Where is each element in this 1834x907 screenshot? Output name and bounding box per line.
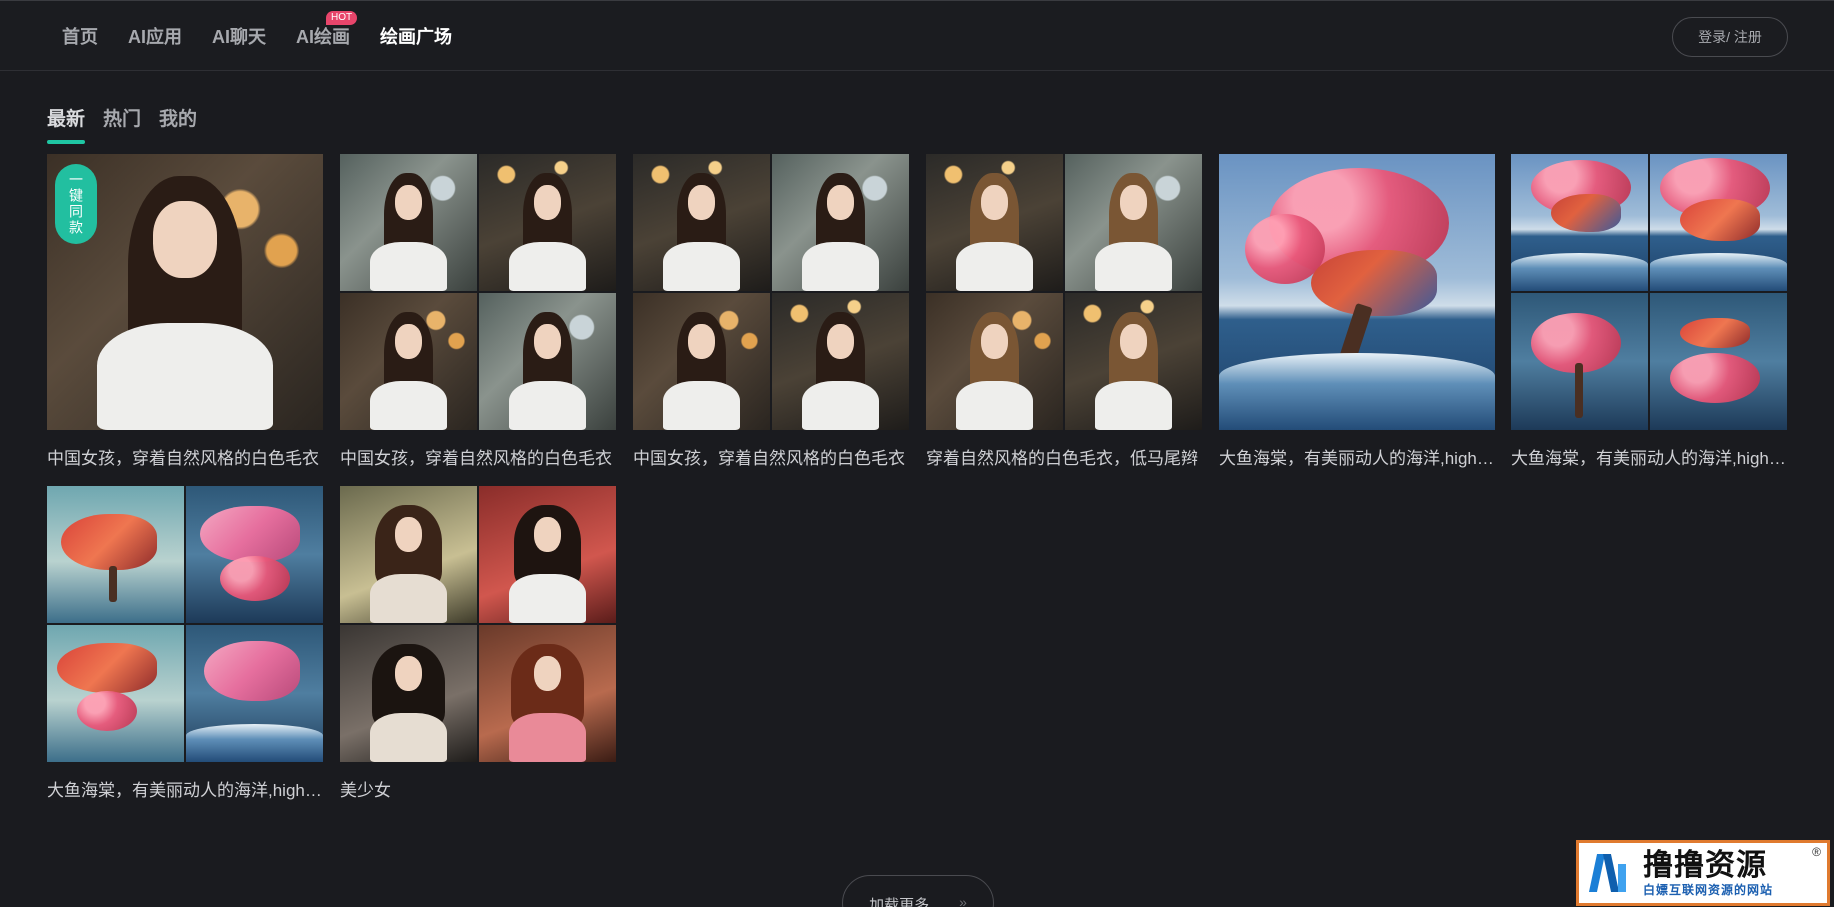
fish-image: [47, 625, 184, 762]
girl-image: [1065, 293, 1202, 430]
nav-item-ai-drawing[interactable]: AI绘画 HOT: [296, 11, 358, 49]
nav-item-label: 绘画广场: [380, 27, 452, 47]
card-caption: 美少女: [340, 781, 391, 800]
card-caption: 大鱼海棠，有美丽动人的海洋,high detail: [1511, 449, 1787, 468]
nav-item-label: 首页: [62, 27, 98, 47]
girl-image: [340, 154, 477, 291]
gallery-thumbnail[interactable]: [340, 486, 616, 762]
girl-image: [633, 293, 770, 430]
fish-image: [1650, 293, 1787, 430]
girl-image: [479, 625, 616, 762]
girl-image: [340, 625, 477, 762]
registered-mark: ®: [1812, 845, 1821, 859]
gallery-card[interactable]: 美少女: [340, 486, 616, 801]
girl-image: [479, 486, 616, 623]
gallery-card[interactable]: 一键同款 中国女孩，穿着自然风格的白色毛衣: [47, 154, 323, 469]
girl-image: [1065, 154, 1202, 291]
gallery-card[interactable]: 中国女孩，穿着自然风格的白色毛衣: [340, 154, 616, 469]
fish-image: [1511, 293, 1648, 430]
gallery-tabs: 最新 热门 我的: [47, 104, 215, 144]
nav-item-home[interactable]: 首页: [62, 25, 98, 49]
gallery-thumbnail[interactable]: [926, 154, 1202, 430]
girl-image: [772, 293, 909, 430]
girl-image: [633, 154, 770, 291]
fish-image: [1650, 154, 1787, 291]
nav-item-label: AI聊天: [212, 27, 266, 47]
nav-item-label: AI绘画: [296, 27, 350, 47]
gallery-card[interactable]: 大鱼海棠，有美丽动人的海洋,high detail: [47, 486, 323, 801]
hot-badge: HOT: [326, 11, 358, 25]
card-caption: 中国女孩，穿着自然风格的白色毛衣: [340, 449, 612, 468]
gallery-thumbnail[interactable]: [1219, 154, 1495, 430]
nav-item-drawing-square[interactable]: 绘画广场: [380, 25, 452, 49]
nav-item-ai-apps[interactable]: AI应用: [128, 25, 182, 49]
top-navigation-bar: 首页 AI应用 AI聊天 AI绘画 HOT 绘画广场 登录/ 注册: [0, 0, 1834, 71]
fish-image: [1219, 154, 1495, 430]
fish-image: [1511, 154, 1648, 291]
gallery-card[interactable]: 大鱼海棠，有美丽动人的海洋,high detail: [1511, 154, 1787, 469]
double-chevron-right-icon: »: [959, 894, 967, 907]
card-caption: 中国女孩，穿着自然风格的白色毛衣: [47, 449, 319, 468]
fish-image: [186, 486, 323, 623]
nav-item-ai-chat[interactable]: AI聊天: [212, 25, 266, 49]
girl-image: [772, 154, 909, 291]
one-click-clone-badge[interactable]: 一键同款: [55, 164, 97, 244]
tab-popular[interactable]: 热门: [103, 104, 141, 139]
girl-image: [340, 293, 477, 430]
fish-image: [186, 625, 323, 762]
load-more-button[interactable]: 加载更多 »: [842, 875, 994, 907]
girl-image: [479, 293, 616, 430]
girl-image: [340, 486, 477, 623]
watermark-title: 撸撸资源: [1643, 849, 1767, 882]
card-caption: 大鱼海棠，有美丽动人的海洋,high detail: [1219, 449, 1495, 468]
card-caption: 穿着自然风格的白色毛衣，低马尾辫: [926, 449, 1198, 468]
watermark-logo: 撸撸资源 白嫖互联网资源的网站 ®: [1576, 840, 1830, 906]
girl-image: [926, 154, 1063, 291]
gallery-card[interactable]: 穿着自然风格的白色毛衣，低马尾辫: [926, 154, 1202, 469]
load-more-label: 加载更多: [869, 897, 930, 907]
card-caption: 大鱼海棠，有美丽动人的海洋,high detail: [47, 781, 323, 800]
login-register-button[interactable]: 登录/ 注册: [1672, 17, 1788, 57]
card-caption: 中国女孩，穿着自然风格的白色毛衣: [633, 449, 905, 468]
watermark-subtitle: 白嫖互联网资源的网站: [1643, 883, 1774, 897]
nav-item-label: AI应用: [128, 27, 182, 47]
girl-image: [479, 154, 616, 291]
gallery-thumbnail[interactable]: [47, 486, 323, 762]
tab-mine[interactable]: 我的: [159, 104, 197, 139]
gallery-thumbnail[interactable]: [633, 154, 909, 430]
brand-logo-icon: [1585, 848, 1635, 898]
gallery-thumbnail[interactable]: [340, 154, 616, 430]
gallery-thumbnail[interactable]: 一键同款: [47, 154, 323, 430]
tab-latest[interactable]: 最新: [47, 104, 86, 144]
fish-image: [47, 486, 184, 623]
gallery-thumbnail[interactable]: [1511, 154, 1787, 430]
gallery-card[interactable]: 中国女孩，穿着自然风格的白色毛衣: [633, 154, 909, 469]
main-nav: 首页 AI应用 AI聊天 AI绘画 HOT 绘画广场: [62, 11, 482, 49]
girl-image: [926, 293, 1063, 430]
gallery-card[interactable]: 大鱼海棠，有美丽动人的海洋,high detail: [1219, 154, 1495, 469]
